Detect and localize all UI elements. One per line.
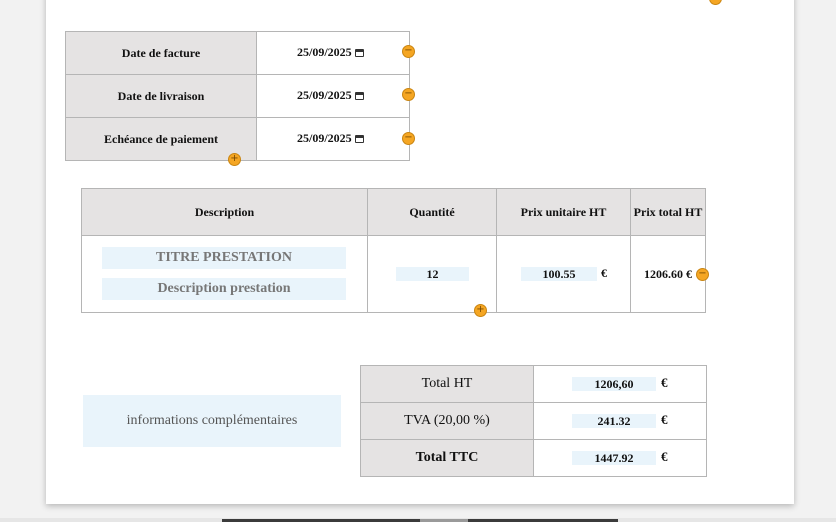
add-date-icon[interactable]: + (228, 153, 241, 166)
header-total-price: Prix total HT (630, 188, 706, 236)
calendar-icon[interactable] (354, 134, 364, 143)
tva-value: 241.32 (572, 414, 656, 428)
dates-table: Date de facture 25/09/2025 Date de livra… (65, 31, 410, 161)
currency-symbol: € (661, 412, 668, 427)
currency-symbol: € (601, 266, 607, 280)
quantity-input[interactable]: 12 (396, 267, 469, 281)
calendar-icon[interactable] (354, 91, 364, 100)
remove-due-date-icon[interactable]: − (402, 132, 415, 145)
invoice-date-value: 25/09/2025 (297, 45, 352, 59)
due-date-cell: 25/09/2025 (256, 117, 410, 161)
quantity-cell: 12 (367, 235, 497, 313)
total-ht-label: Total HT (360, 365, 534, 403)
currency-symbol: € (661, 375, 668, 390)
invoice-date-input[interactable]: 25/09/2025 (297, 45, 364, 60)
header-description: Description (81, 188, 368, 236)
description-cell: TITRE PRESTATION Description prestation (81, 235, 368, 313)
total-ttc-value: 1447.92 (572, 451, 656, 465)
invoice-date-cell: 25/09/2025 (256, 31, 410, 75)
total-price-cell: 1206.60 € (630, 235, 706, 313)
due-date-value: 25/09/2025 (297, 131, 352, 145)
item-description-input[interactable]: Description prestation (102, 278, 346, 300)
table-row: TITRE PRESTATION Description prestation … (81, 235, 706, 313)
due-date-input[interactable]: 25/09/2025 (297, 131, 364, 146)
remove-item-icon[interactable]: − (696, 268, 709, 281)
total-ht-value: 1206,60 (572, 377, 656, 391)
calendar-icon[interactable] (354, 48, 364, 57)
tva-label: TVA (20,00 %) (360, 402, 534, 440)
due-date-label: Echéance de paiement (65, 117, 257, 161)
header-unit-price: Prix unitaire HT (496, 188, 631, 236)
item-title-input[interactable]: TITRE PRESTATION (102, 247, 346, 269)
remove-icon[interactable]: − (709, 0, 722, 5)
currency-symbol: € (661, 449, 668, 464)
additional-info-input[interactable]: informations complémentaires (83, 395, 341, 447)
total-ht-cell: 1206,60 € (533, 365, 707, 403)
delivery-date-value: 25/09/2025 (297, 88, 352, 102)
remove-delivery-date-icon[interactable]: − (402, 88, 415, 101)
invoice-date-label: Date de facture (65, 31, 257, 75)
horizontal-scrollbar[interactable] (0, 518, 836, 522)
add-item-icon[interactable]: + (474, 304, 487, 317)
delivery-date-input[interactable]: 25/09/2025 (297, 88, 364, 103)
header-quantity: Quantité (367, 188, 497, 236)
delivery-date-label: Date de livraison (65, 74, 257, 118)
remove-invoice-date-icon[interactable]: − (402, 45, 415, 58)
totals-table: Total HT 1206,60 € TVA (20,00 %) 241.32 … (360, 365, 707, 477)
delivery-date-cell: 25/09/2025 (256, 74, 410, 118)
total-ttc-label: Total TTC (360, 439, 534, 477)
tva-cell: 241.32 € (533, 402, 707, 440)
total-ttc-cell: 1447.92 € (533, 439, 707, 477)
unit-price-input[interactable]: 100.55 (521, 267, 597, 281)
unit-price-cell: 100.55 € (496, 235, 631, 313)
items-table: Description Quantité Prix unitaire HT Pr… (81, 188, 706, 313)
